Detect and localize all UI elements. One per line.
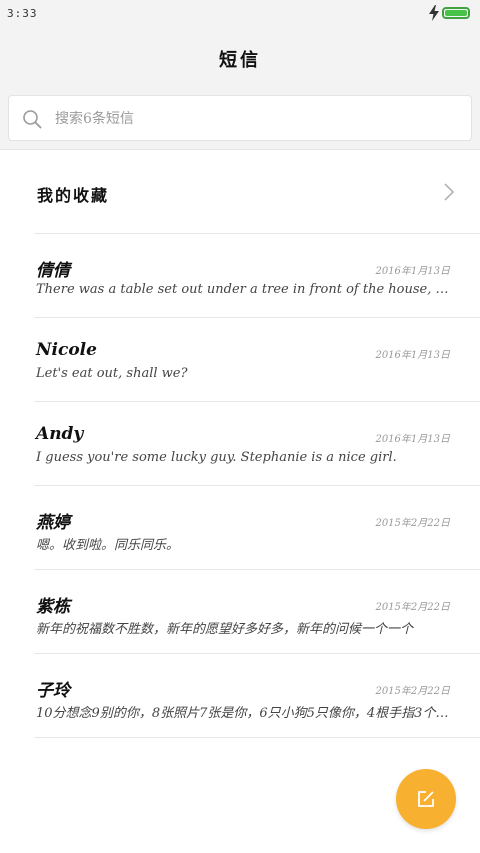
favorites-row[interactable]: 我的收藏: [34, 150, 480, 234]
message-date: 2015年2月22日: [375, 518, 450, 529]
contact-name: 紫栋: [36, 597, 70, 617]
battery-level: [445, 10, 467, 16]
lightning-bolt-icon: [429, 5, 439, 21]
message-date: 2016年1月13日: [375, 350, 450, 361]
contact-name: 子玲: [36, 681, 70, 701]
message-date: 2015年2月22日: [375, 686, 450, 697]
message-date: 2015年2月22日: [375, 602, 450, 613]
contact-name: Andy: [36, 424, 84, 444]
conversation-item[interactable]: Nicole 2016年1月13日 Let's eat out, shall w…: [34, 318, 480, 402]
contact-name: 倩倩: [36, 261, 70, 281]
message-date: 2016年1月13日: [375, 434, 450, 445]
app-header: 短信: [0, 28, 480, 86]
message-preview: 嗯。收到啦。同乐同乐。: [36, 538, 180, 553]
contact-name: Nicole: [36, 340, 97, 360]
chevron-right-icon: [444, 183, 455, 201]
message-preview: 新年的祝福数不胜数，新年的愿望好多好多，新年的问候一个一个: [36, 622, 414, 637]
conversation-item[interactable]: 子玲 2015年2月22日 10分想念9别的你，8张照片7张是你，6只小狗5只像…: [34, 654, 480, 738]
compose-icon: [418, 791, 434, 807]
search-box[interactable]: [8, 95, 472, 141]
conversation-item[interactable]: 倩倩 2016年1月13日 There was a table set out …: [34, 234, 480, 318]
message-preview: 10分想念9别的你，8张照片7张是你，6只小狗5只像你，4根手指3个戒指: [36, 706, 450, 721]
favorites-label: 我的收藏: [37, 186, 110, 205]
status-time: 3:33: [7, 7, 38, 20]
search-input[interactable]: [55, 108, 455, 130]
search-icon: [23, 110, 42, 129]
conversation-item[interactable]: 燕婷 2015年2月22日 嗯。收到啦。同乐同乐。: [34, 486, 480, 570]
message-preview: There was a table set out under a tree i…: [36, 282, 450, 297]
battery-icon: [442, 7, 470, 19]
status-bar: 3:33: [0, 0, 480, 28]
conversation-item[interactable]: 紫栋 2015年2月22日 新年的祝福数不胜数，新年的愿望好多好多，新年的问候一…: [34, 570, 480, 654]
conversation-list: 倩倩 2016年1月13日 There was a table set out …: [34, 234, 480, 738]
search-bar: [0, 86, 480, 150]
message-preview: I guess you're some lucky guy. Stephanie…: [36, 450, 397, 465]
message-date: 2016年1月13日: [375, 266, 450, 277]
page-title: 短信: [219, 50, 261, 71]
contact-name: 燕婷: [36, 513, 70, 533]
conversation-item[interactable]: Andy 2016年1月13日 I guess you're some luck…: [34, 402, 480, 486]
compose-button[interactable]: [396, 769, 456, 829]
message-preview: Let's eat out, shall we?: [36, 366, 188, 381]
